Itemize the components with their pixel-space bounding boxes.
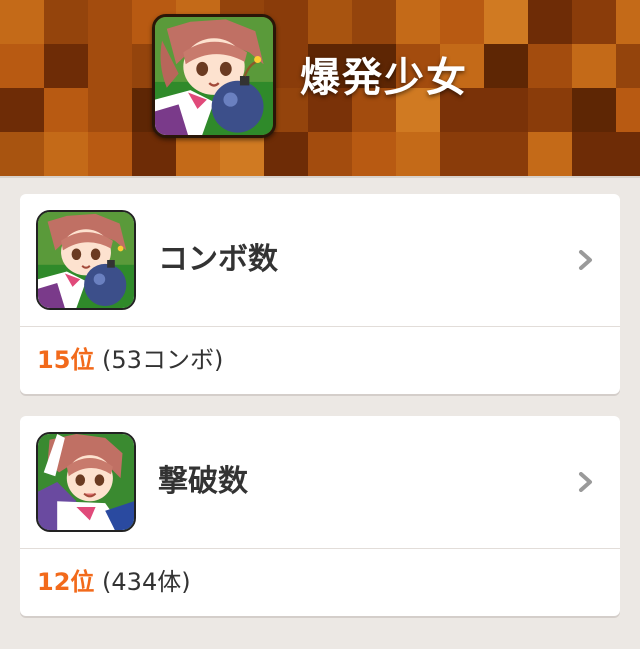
card-header[interactable]: コンボ数	[20, 194, 620, 327]
header-banner: 爆発少女	[0, 0, 640, 176]
card-title: コンボ数	[158, 242, 278, 277]
combo-ranking-card[interactable]: コンボ数 15位 (53コンボ)	[20, 194, 620, 394]
character-portrait-icon	[36, 210, 136, 310]
rank-detail: (53コンボ)	[102, 346, 224, 374]
chevron-right-icon[interactable]	[578, 472, 594, 492]
character-portrait-icon	[36, 432, 136, 532]
chevron-right-icon[interactable]	[578, 250, 594, 270]
character-portrait-icon	[152, 14, 276, 138]
rank-value: 12位	[37, 568, 95, 596]
page-title: 爆発少女	[300, 55, 468, 101]
card-title: 撃破数	[158, 464, 248, 499]
rank-detail: (434体)	[102, 568, 191, 596]
defeat-ranking-card[interactable]: 撃破数 12位 (434体)	[20, 416, 620, 616]
card-summary: 12位 (434体)	[20, 549, 620, 616]
card-header[interactable]: 撃破数	[20, 416, 620, 549]
rank-value: 15位	[37, 346, 95, 374]
card-summary: 15位 (53コンボ)	[20, 327, 620, 394]
header-divider	[0, 176, 640, 178]
